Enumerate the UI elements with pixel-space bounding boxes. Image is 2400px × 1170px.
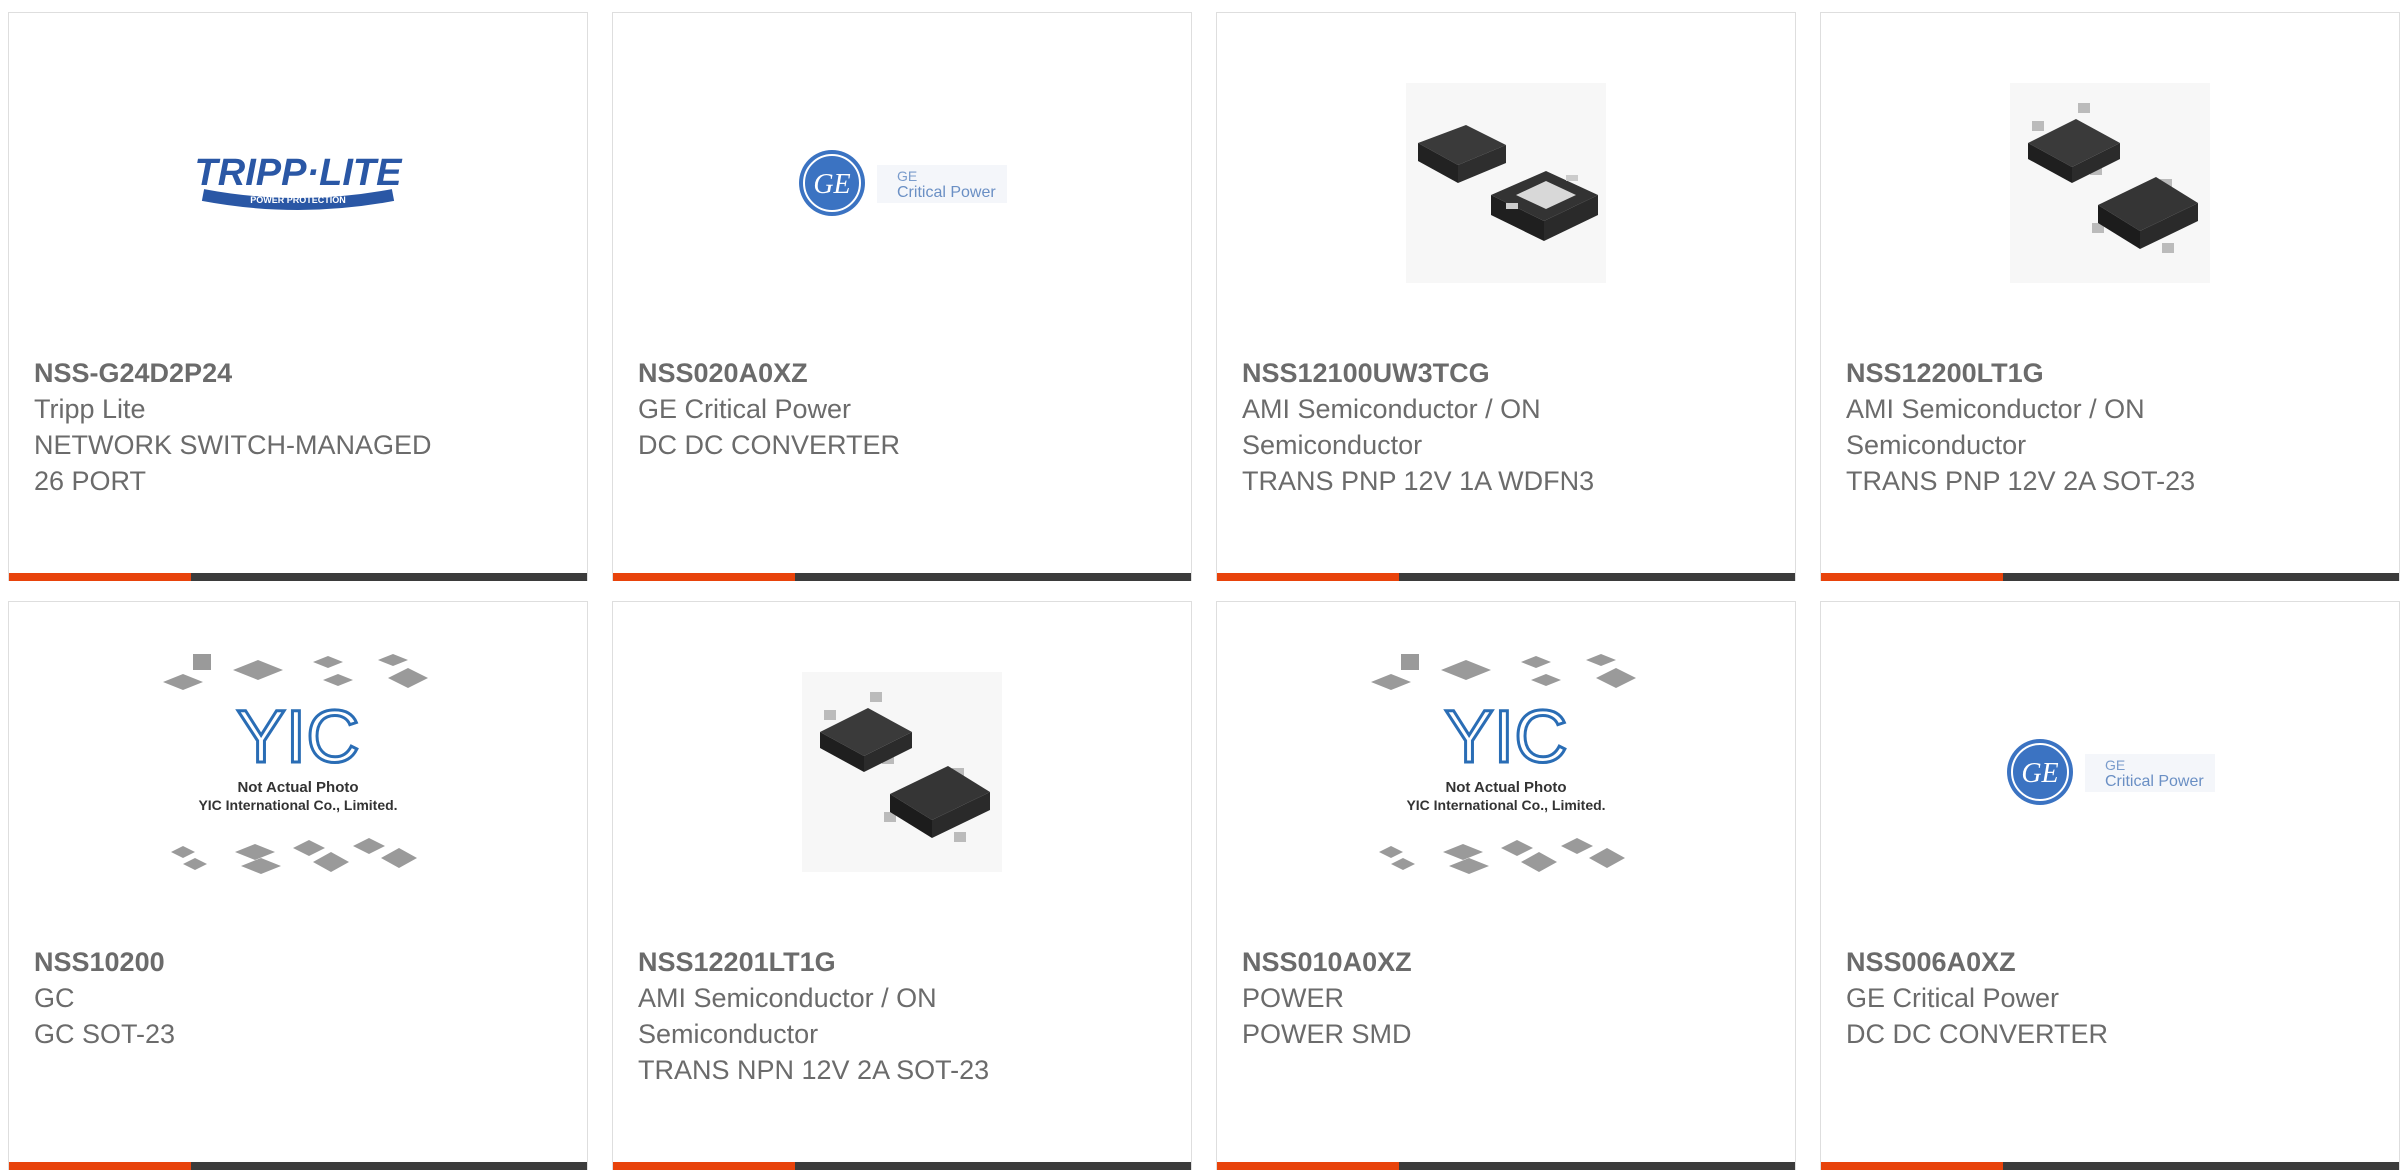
manufacturer: POWER [1242,983,1345,1013]
svg-text:GE: GE [813,169,850,200]
svg-text:GE: GE [897,168,917,184]
svg-text:Not Actual Photo: Not Actual Photo [237,779,358,796]
manufacturer: Tripp Lite [34,394,146,424]
description: TRANS NPN 12V 2A SOT-23 [638,1055,990,1085]
part-number-link[interactable]: NSS010A0XZ [1242,944,1775,980]
svg-text:YIC: YIC [236,695,359,778]
product-image[interactable]: TRIPP·LITE POWER PROTECTION [9,63,587,303]
manufacturer: GE Critical Power [638,394,852,424]
description: POWER SMD [1242,1019,1412,1049]
svg-text:YIC International Co., Limited: YIC International Co., Limited. [1406,797,1605,813]
description: TRANS PNP 12V 1A WDFN3 [1242,466,1595,496]
description: DC DC CONVERTER [1846,1019,2109,1049]
manufacturer: Semiconductor [638,1019,819,1049]
product-image[interactable] [613,652,1191,892]
sot23-chip-icon [2010,83,2210,283]
product-card[interactable]: NSS12201LT1G AMI Semiconductor / ON Semi… [612,601,1192,1170]
svg-text:GE: GE [2105,757,2125,773]
product-image[interactable]: GE GE Critical Power [1821,652,2399,892]
product-card[interactable]: NSS12200LT1G AMI Semiconductor / ON Semi… [1820,12,2400,581]
product-card[interactable]: GE GE Critical Power NSS006A0XZ GE Criti… [1820,601,2400,1170]
manufacturer: Semiconductor [1242,430,1423,460]
description: TRANS PNP 12V 2A SOT-23 [1846,466,2196,496]
svg-text:TRIPP·LITE: TRIPP·LITE [195,152,403,194]
product-grid: TRIPP·LITE POWER PROTECTION NSS-G24D2P24… [8,12,2400,1170]
card-accent-bar [9,573,587,581]
product-card[interactable]: GE GE Critical Power NSS020A0XZ GE Criti… [612,12,1192,581]
product-card[interactable]: YIC Not Actual Photo YIC International C… [8,601,588,1170]
card-accent-bar [9,1162,587,1170]
product-image[interactable] [1821,63,2399,303]
product-image[interactable] [1217,63,1795,303]
yic-placeholder-icon: YIC Not Actual Photo YIC International C… [1371,654,1636,874]
card-accent-bar [1217,573,1795,581]
wdfn3-chip-icon [1406,83,1606,283]
tripp-lite-logo-icon: TRIPP·LITE POWER PROTECTION [193,143,403,223]
manufacturer: AMI Semiconductor / ON [1846,394,2145,424]
card-accent-bar [1217,1162,1795,1170]
description: NETWORK SWITCH-MANAGED [34,430,432,460]
ge-logo-icon: GE GE Critical Power [799,150,1007,216]
manufacturer: AMI Semiconductor / ON [1242,394,1541,424]
manufacturer: GC [34,983,75,1013]
card-accent-bar [1821,1162,2399,1170]
product-card[interactable]: YIC Not Actual Photo YIC International C… [1216,601,1796,1170]
svg-text:Critical Power: Critical Power [2105,773,2204,790]
description: 26 PORT [34,466,147,496]
description: GC SOT-23 [34,1019,176,1049]
product-image[interactable]: GE GE Critical Power [613,63,1191,303]
ge-logo-icon: GE GE Critical Power [2007,739,2215,805]
manufacturer: Semiconductor [1846,430,2027,460]
sot23-chip-icon [802,672,1002,872]
svg-text:Not Actual Photo: Not Actual Photo [1445,779,1566,796]
yic-placeholder-icon: YIC Not Actual Photo YIC International C… [163,654,428,874]
part-number-link[interactable]: NSS12201LT1G [638,944,1171,980]
part-number-link[interactable]: NSS10200 [34,944,567,980]
svg-text:GE: GE [2021,758,2058,789]
product-card[interactable]: NSS12100UW3TCG AMI Semiconductor / ON Se… [1216,12,1796,581]
card-accent-bar [613,573,1191,581]
card-accent-bar [1821,573,2399,581]
manufacturer: AMI Semiconductor / ON [638,983,937,1013]
part-number-link[interactable]: NSS006A0XZ [1846,944,2379,980]
product-image[interactable]: YIC Not Actual Photo YIC International C… [1217,642,1795,902]
svg-text:Critical Power: Critical Power [897,184,996,201]
part-number-link[interactable]: NSS020A0XZ [638,355,1171,391]
svg-text:POWER PROTECTION: POWER PROTECTION [250,195,346,205]
manufacturer: GE Critical Power [1846,983,2060,1013]
part-number-link[interactable]: NSS-G24D2P24 [34,355,567,391]
card-accent-bar [613,1162,1191,1170]
product-image[interactable]: YIC Not Actual Photo YIC International C… [9,642,587,902]
part-number-link[interactable]: NSS12100UW3TCG [1242,355,1775,391]
svg-text:YIC: YIC [1444,695,1567,778]
svg-text:YIC International Co., Limited: YIC International Co., Limited. [198,797,397,813]
part-number-link[interactable]: NSS12200LT1G [1846,355,2379,391]
product-card[interactable]: TRIPP·LITE POWER PROTECTION NSS-G24D2P24… [8,12,588,581]
description: DC DC CONVERTER [638,430,901,460]
